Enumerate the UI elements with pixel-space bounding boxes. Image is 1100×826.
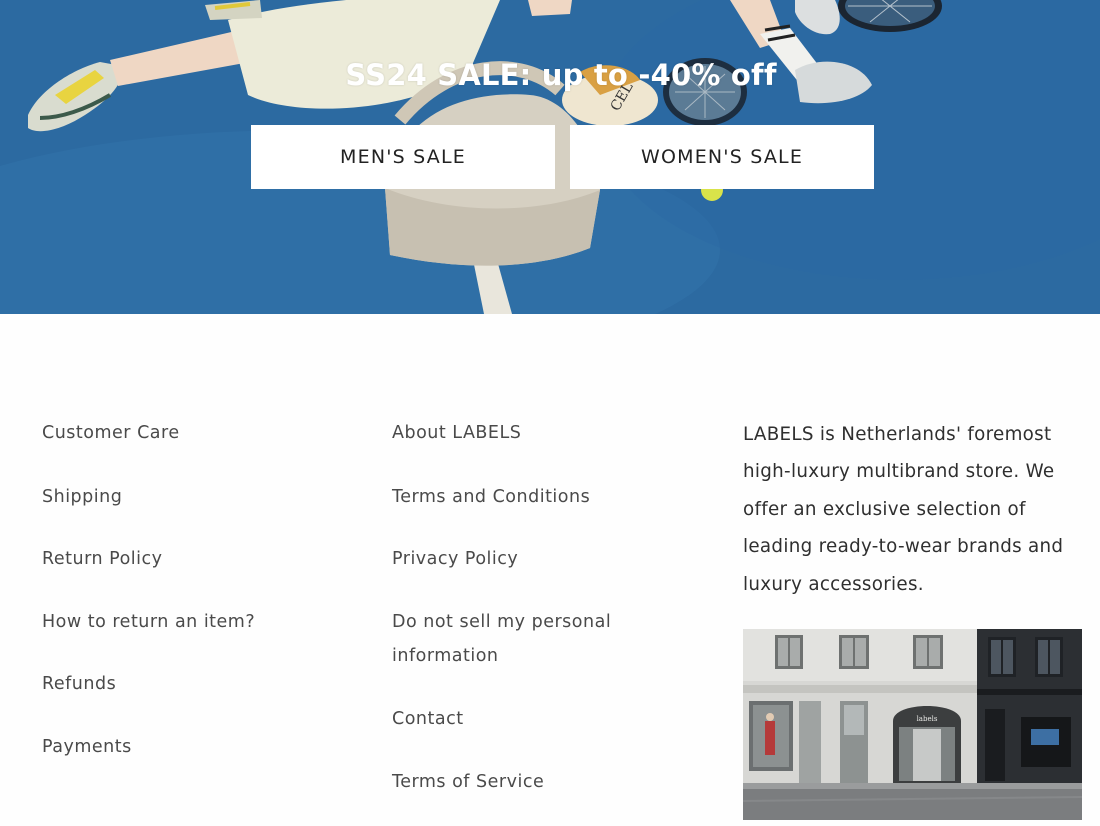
hero-banner: CEL SS24 SALE: up to -40% off MEN'S SALE… bbox=[0, 0, 1100, 314]
return-policy-link[interactable]: Return Policy bbox=[42, 549, 162, 569]
customer-care-link[interactable]: Customer Care bbox=[42, 423, 180, 443]
payments-link[interactable]: Payments bbox=[42, 737, 132, 757]
contact-link[interactable]: Contact bbox=[392, 709, 464, 729]
terms-and-conditions-link[interactable]: Terms and Conditions bbox=[392, 487, 590, 507]
shipping-link[interactable]: Shipping bbox=[42, 487, 122, 507]
refunds-link[interactable]: Refunds bbox=[42, 674, 116, 694]
about-description: LABELS is Netherlands' foremost high-lux… bbox=[743, 424, 1064, 595]
womens-sale-button[interactable]: WOMEN'S SALE bbox=[570, 125, 874, 189]
privacy-policy-link[interactable]: Privacy Policy bbox=[392, 549, 518, 569]
do-not-sell-link[interactable]: Do not sell my personal information bbox=[392, 605, 652, 673]
hero-title: SS24 SALE: up to -40% off bbox=[345, 58, 777, 92]
mens-sale-button[interactable]: MEN'S SALE bbox=[251, 125, 555, 189]
how-to-return-link[interactable]: How to return an item? bbox=[42, 612, 255, 632]
store-sign-text: labels bbox=[917, 715, 938, 723]
store-front-image: labels bbox=[743, 629, 1082, 820]
about-labels-link[interactable]: About LABELS bbox=[392, 423, 521, 443]
terms-of-service-link[interactable]: Terms of Service bbox=[392, 772, 544, 792]
